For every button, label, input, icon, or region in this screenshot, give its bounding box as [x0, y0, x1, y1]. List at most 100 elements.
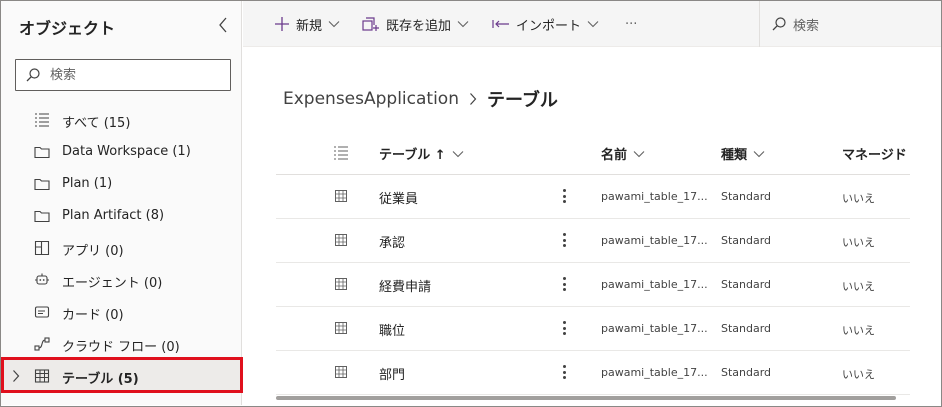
- table-header: テーブル ↑ 名前 種類 マネージド: [276, 131, 910, 175]
- system-name-cell: pawami_table_17...: [601, 234, 708, 247]
- column-header-name[interactable]: 名前: [601, 144, 645, 163]
- toolbar-search[interactable]: 検索: [771, 13, 819, 35]
- table-icon: [335, 322, 347, 334]
- sidebar-item-label: アプリ (0): [62, 244, 124, 259]
- breadcrumb-root-link[interactable]: ExpensesApplication: [283, 89, 459, 109]
- column-header-label: テーブル ↑: [379, 148, 446, 163]
- row-more-options-button[interactable]: [558, 186, 570, 206]
- sidebar-item-label: Data Workspace (1): [62, 144, 191, 159]
- column-options-button[interactable]: [333, 145, 349, 161]
- new-button[interactable]: 新規: [274, 13, 340, 35]
- managed-cell: いいえ: [842, 192, 875, 205]
- flow-icon: [34, 337, 50, 351]
- import-icon: [492, 20, 509, 28]
- sidebar-search-box[interactable]: [15, 59, 231, 91]
- row-more-options-button[interactable]: [558, 318, 570, 338]
- add-existing-icon: [362, 17, 379, 31]
- selection-highlight-box: [1, 357, 243, 393]
- sidebar-item-label: Plan Artifact (8): [62, 208, 165, 223]
- system-name-cell: pawami_table_17...: [601, 278, 708, 291]
- new-button-label: 新規: [296, 18, 323, 34]
- sidebar-item-agents[interactable]: エージェント (0): [1, 264, 242, 296]
- column-header-label: 名前: [601, 148, 628, 163]
- sidebar-item-all[interactable]: すべて (15): [1, 104, 242, 136]
- collapse-sidebar-button[interactable]: [213, 13, 233, 37]
- card-icon: [34, 306, 50, 318]
- sidebar-item-data-workspace[interactable]: Data Workspace (1): [1, 136, 242, 168]
- sidebar-item-label: すべて (15): [62, 116, 131, 131]
- command-bar: 新規 既存を追加 インポート ··· 検索: [243, 1, 941, 47]
- column-header-type[interactable]: 種類: [721, 144, 765, 163]
- table-name-cell[interactable]: 職位: [379, 320, 405, 339]
- chevron-left-icon: [219, 17, 227, 33]
- chevron-down-icon: [753, 150, 765, 157]
- more-commands-label: ···: [625, 16, 638, 32]
- table-name-cell[interactable]: 部門: [379, 364, 405, 383]
- row-more-options-button[interactable]: [558, 362, 570, 382]
- column-header-table[interactable]: テーブル ↑: [379, 144, 464, 163]
- sidebar-item-plan[interactable]: Plan (1): [1, 168, 242, 200]
- row-more-options-button[interactable]: [558, 274, 570, 294]
- column-header-managed[interactable]: マネージド: [842, 144, 907, 163]
- horizontal-scrollbar[interactable]: [276, 396, 896, 400]
- add-existing-button[interactable]: 既存を追加: [362, 13, 469, 35]
- type-cell: Standard: [721, 278, 772, 291]
- breadcrumb: ExpensesApplication テーブル: [283, 86, 558, 112]
- sidebar-item-apps[interactable]: アプリ (0): [1, 232, 242, 264]
- more-commands-button[interactable]: ···: [625, 13, 637, 35]
- app-icon: [34, 240, 50, 256]
- sidebar-header: オブジェクト: [1, 1, 242, 49]
- sidebar-item-label: Plan (1): [62, 176, 113, 191]
- type-cell: Standard: [721, 234, 772, 247]
- row-more-options-button[interactable]: [558, 230, 570, 250]
- import-label: インポート: [516, 18, 582, 34]
- add-existing-label: 既存を追加: [386, 18, 452, 34]
- managed-cell: いいえ: [842, 280, 875, 293]
- chevron-down-icon: [452, 150, 464, 157]
- sidebar-title: オブジェクト: [19, 19, 116, 38]
- search-icon: [772, 17, 786, 31]
- chevron-down-icon: [328, 21, 340, 28]
- sidebar-item-label: カード (0): [62, 308, 124, 323]
- sidebar-item-cards[interactable]: カード (0): [1, 296, 242, 328]
- table-row[interactable]: 部門 pawami_table_17... Standard いいえ: [276, 351, 910, 395]
- search-icon: [26, 68, 40, 82]
- type-cell: Standard: [721, 322, 772, 335]
- table-row[interactable]: 承認 pawami_table_17... Standard いいえ: [276, 219, 910, 263]
- type-cell: Standard: [721, 190, 772, 203]
- chevron-down-icon: [457, 21, 469, 28]
- managed-cell: いいえ: [842, 368, 875, 381]
- type-cell: Standard: [721, 366, 772, 379]
- column-header-label: マネージド: [842, 148, 907, 163]
- table-row[interactable]: 従業員 pawami_table_17... Standard いいえ: [276, 175, 910, 219]
- system-name-cell: pawami_table_17...: [601, 190, 708, 203]
- folder-icon: [34, 178, 50, 191]
- breadcrumb-separator-icon: [470, 93, 477, 105]
- list-icon: [35, 113, 49, 127]
- table-icon: [335, 278, 347, 290]
- page-title: テーブル: [487, 90, 558, 111]
- import-button[interactable]: インポート: [492, 13, 599, 35]
- chevron-down-icon: [587, 21, 599, 28]
- system-name-cell: pawami_table_17...: [601, 322, 708, 335]
- table-name-cell[interactable]: 経費申請: [379, 276, 431, 295]
- agent-icon: [35, 273, 49, 285]
- sidebar-item-plan-artifact[interactable]: Plan Artifact (8): [1, 200, 242, 232]
- table-row[interactable]: 職位 pawami_table_17... Standard いいえ: [276, 307, 910, 351]
- table-name-cell[interactable]: 従業員: [379, 188, 418, 207]
- sidebar-item-cloud-flows[interactable]: クラウド フロー (0): [1, 328, 242, 360]
- managed-cell: いいえ: [842, 236, 875, 249]
- table-icon: [335, 366, 347, 378]
- table-name-cell[interactable]: 承認: [379, 232, 405, 251]
- table-icon: [335, 190, 347, 202]
- system-name-cell: pawami_table_17...: [601, 366, 708, 379]
- toolbar-separator: [759, 1, 760, 47]
- sidebar-item-label: エージェント (0): [62, 276, 163, 291]
- column-header-label: 種類: [721, 148, 748, 163]
- objects-sidebar: オブジェクト すべて (15) Data Workspace (1) Plan …: [1, 1, 242, 405]
- sidebar-search-input[interactable]: [50, 64, 220, 86]
- tables-grid: テーブル ↑ 名前 種類 マネージド 従業員 pawami_table_17..…: [276, 131, 910, 395]
- folder-icon: [34, 146, 50, 159]
- toolbar-search-placeholder: 検索: [793, 18, 820, 34]
- table-row[interactable]: 経費申請 pawami_table_17... Standard いいえ: [276, 263, 910, 307]
